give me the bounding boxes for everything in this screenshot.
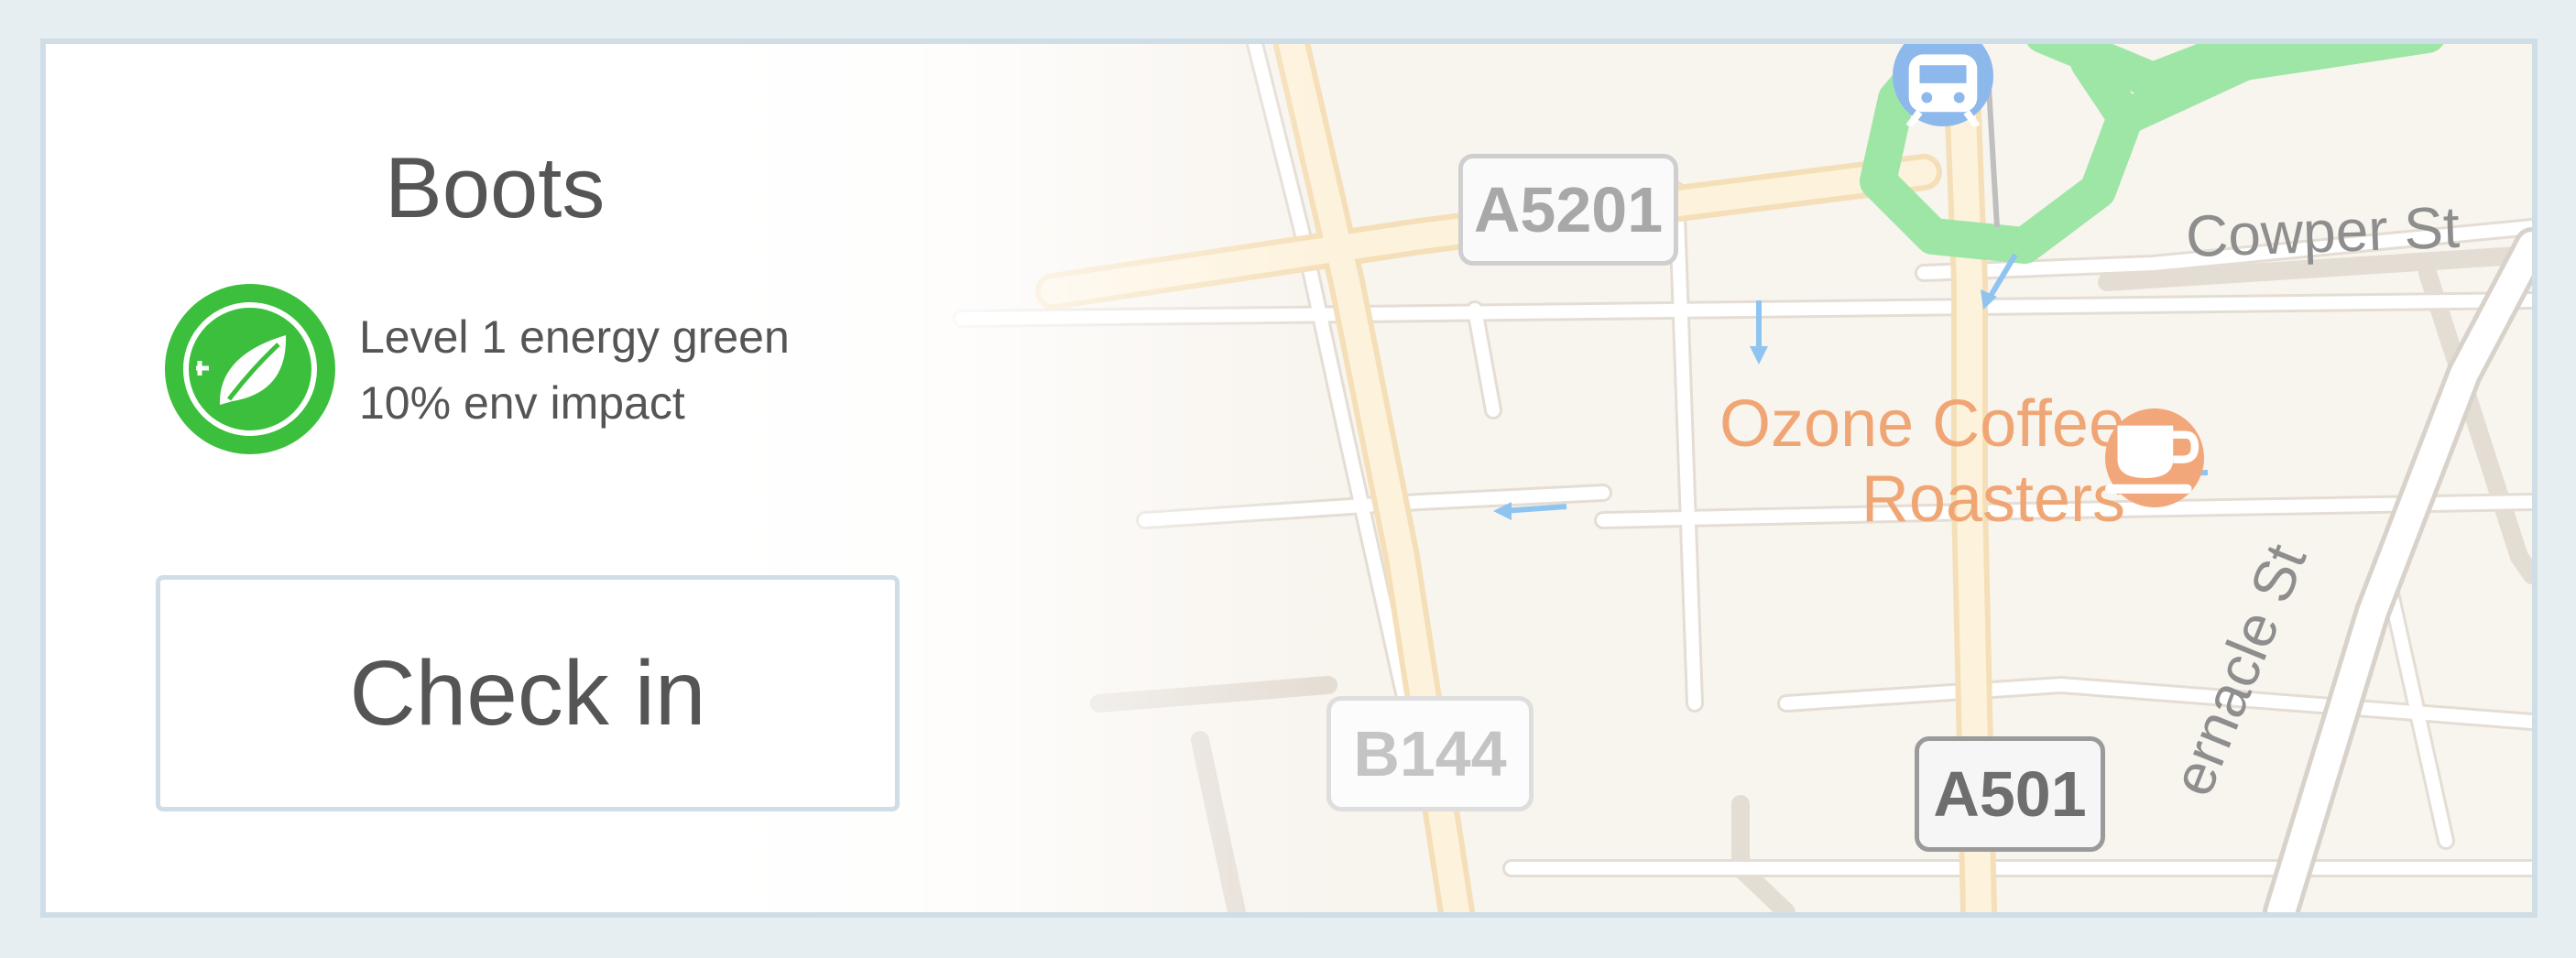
store-name: Boots — [385, 139, 606, 235]
energy-leaf-icon — [165, 284, 335, 454]
train-station-icon[interactable] — [1893, 44, 1993, 126]
energy-info: Level 1 energy green 10% env impact — [359, 304, 790, 436]
street-label-cowper: Cowper St — [2184, 193, 2461, 270]
coffee-cup-icon[interactable] — [2105, 408, 2204, 507]
env-impact-text: 10% env impact — [359, 377, 685, 429]
energy-level-text: Level 1 energy green — [359, 311, 790, 363]
poi-name-line2: Roasters — [1861, 463, 2125, 536]
road-shield-a501: A501 — [1915, 736, 2105, 852]
poi-name-line1: Ozone Coffee — [1719, 387, 2125, 461]
poi-name[interactable]: Ozone Coffee Roasters — [1594, 386, 2125, 537]
road-shield-a5201: A5201 — [1458, 154, 1678, 266]
store-card: A5201 B144 A501 Cowper St ernacle St Ozo… — [40, 38, 2538, 918]
check-in-button[interactable]: Check in — [156, 575, 900, 811]
road-shield-b144: B144 — [1326, 696, 1534, 811]
